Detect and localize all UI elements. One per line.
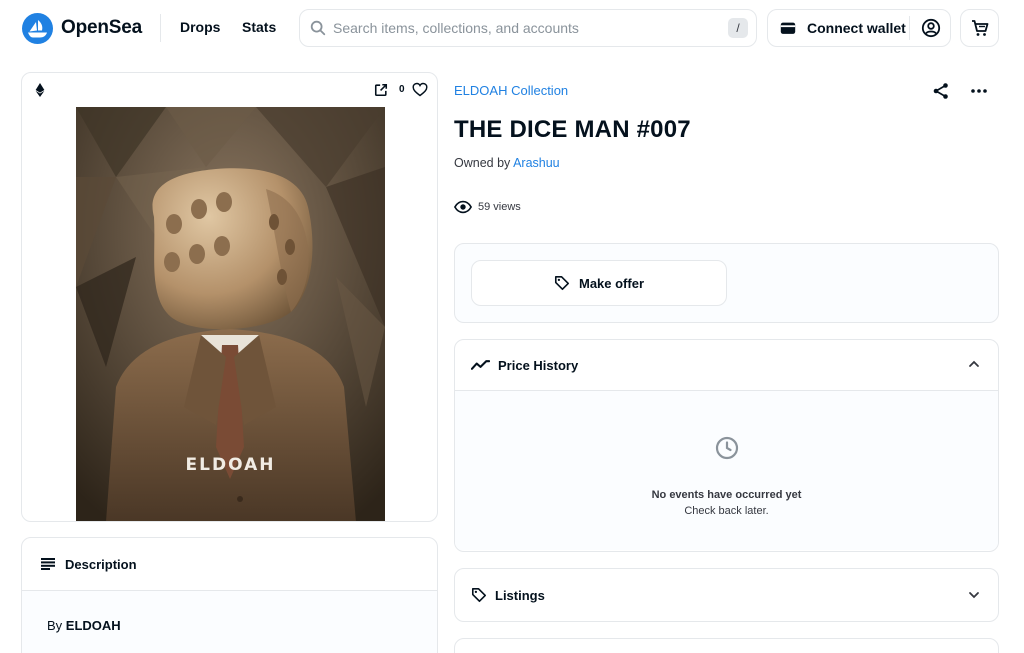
views-count: 59 views bbox=[454, 200, 521, 214]
image-toolbar: 0 bbox=[22, 73, 437, 107]
owner-link[interactable]: Arashuu bbox=[513, 156, 560, 170]
price-history-title: Price History bbox=[498, 357, 579, 373]
search-input[interactable] bbox=[333, 18, 713, 38]
price-history-body: No events have occurred yet Check back l… bbox=[455, 390, 998, 550]
connect-wallet-button[interactable]: Connect wallet bbox=[768, 10, 909, 46]
description-by-prefix: By bbox=[47, 618, 63, 633]
top-navbar: OpenSea Drops Stats / Connect wallet bbox=[0, 0, 1024, 56]
more-icon[interactable] bbox=[970, 82, 988, 100]
wallet-group: Connect wallet bbox=[767, 9, 951, 47]
chevron-up-icon[interactable] bbox=[968, 358, 980, 370]
description-body: By ELDOAH bbox=[22, 591, 437, 653]
price-history-header[interactable]: Price History bbox=[455, 340, 998, 390]
nav-stats-link[interactable]: Stats bbox=[242, 19, 276, 35]
cart-icon bbox=[971, 20, 988, 36]
trend-line-icon bbox=[471, 360, 490, 370]
empty-state-title: No events have occurred yet bbox=[651, 489, 802, 501]
description-panel: Description By ELDOAH bbox=[21, 537, 438, 653]
profile-button[interactable] bbox=[910, 10, 951, 46]
search-icon bbox=[310, 20, 326, 36]
nav-drops-link[interactable]: Drops bbox=[180, 19, 220, 35]
list-icon bbox=[41, 558, 55, 570]
owned-by-label: Owned by bbox=[454, 156, 511, 170]
views-label: 59 views bbox=[478, 201, 521, 213]
description-header[interactable]: Description bbox=[22, 538, 437, 591]
heart-icon[interactable] bbox=[412, 82, 428, 97]
tag-icon bbox=[554, 275, 570, 291]
cart-button[interactable] bbox=[960, 9, 999, 47]
description-author: By ELDOAH bbox=[47, 618, 121, 633]
search-shortcut-key: / bbox=[728, 18, 748, 38]
listings-title: Listings bbox=[495, 587, 545, 603]
opensea-logo[interactable]: OpenSea bbox=[22, 12, 142, 44]
favorites-count: 0 bbox=[399, 84, 405, 95]
eye-icon bbox=[454, 200, 472, 214]
listings-panel: Listings bbox=[454, 568, 999, 622]
share-icon[interactable] bbox=[932, 82, 950, 100]
empty-state-subtitle: Check back later. bbox=[684, 505, 769, 517]
chevron-down-icon[interactable] bbox=[968, 589, 980, 601]
brand-name: OpenSea bbox=[61, 17, 142, 38]
asset-image-card: 0 ELDOAH bbox=[21, 72, 438, 522]
opensea-logo-icon bbox=[22, 12, 53, 44]
connect-wallet-label: Connect wallet bbox=[807, 20, 906, 36]
profile-icon bbox=[921, 18, 940, 38]
price-history-panel: Price History No events have occurred ye… bbox=[454, 339, 999, 552]
open-external-icon[interactable] bbox=[374, 83, 388, 97]
offer-card: Make offer bbox=[454, 243, 999, 323]
ethereum-icon[interactable] bbox=[35, 83, 45, 97]
clock-icon bbox=[715, 436, 739, 460]
item-title: THE DICE MAN #007 bbox=[454, 116, 691, 143]
description-title: Description bbox=[65, 556, 137, 572]
search-bar[interactable]: / bbox=[299, 9, 757, 47]
nft-artwork[interactable]: ELDOAH bbox=[76, 107, 385, 521]
make-offer-label: Make offer bbox=[578, 275, 645, 291]
tag-icon bbox=[471, 587, 487, 603]
wallet-icon bbox=[780, 22, 796, 34]
make-offer-button[interactable]: Make offer bbox=[471, 260, 727, 306]
collection-link[interactable]: ELDOAH Collection bbox=[454, 83, 568, 98]
next-panel[interactable] bbox=[454, 638, 999, 653]
owner-line: Owned by Arashuu bbox=[454, 156, 560, 170]
listings-header[interactable]: Listings bbox=[455, 569, 998, 621]
nft-art-text: ELDOAH bbox=[185, 455, 276, 475]
header-divider bbox=[160, 14, 161, 42]
description-author-link[interactable]: ELDOAH bbox=[66, 618, 121, 633]
